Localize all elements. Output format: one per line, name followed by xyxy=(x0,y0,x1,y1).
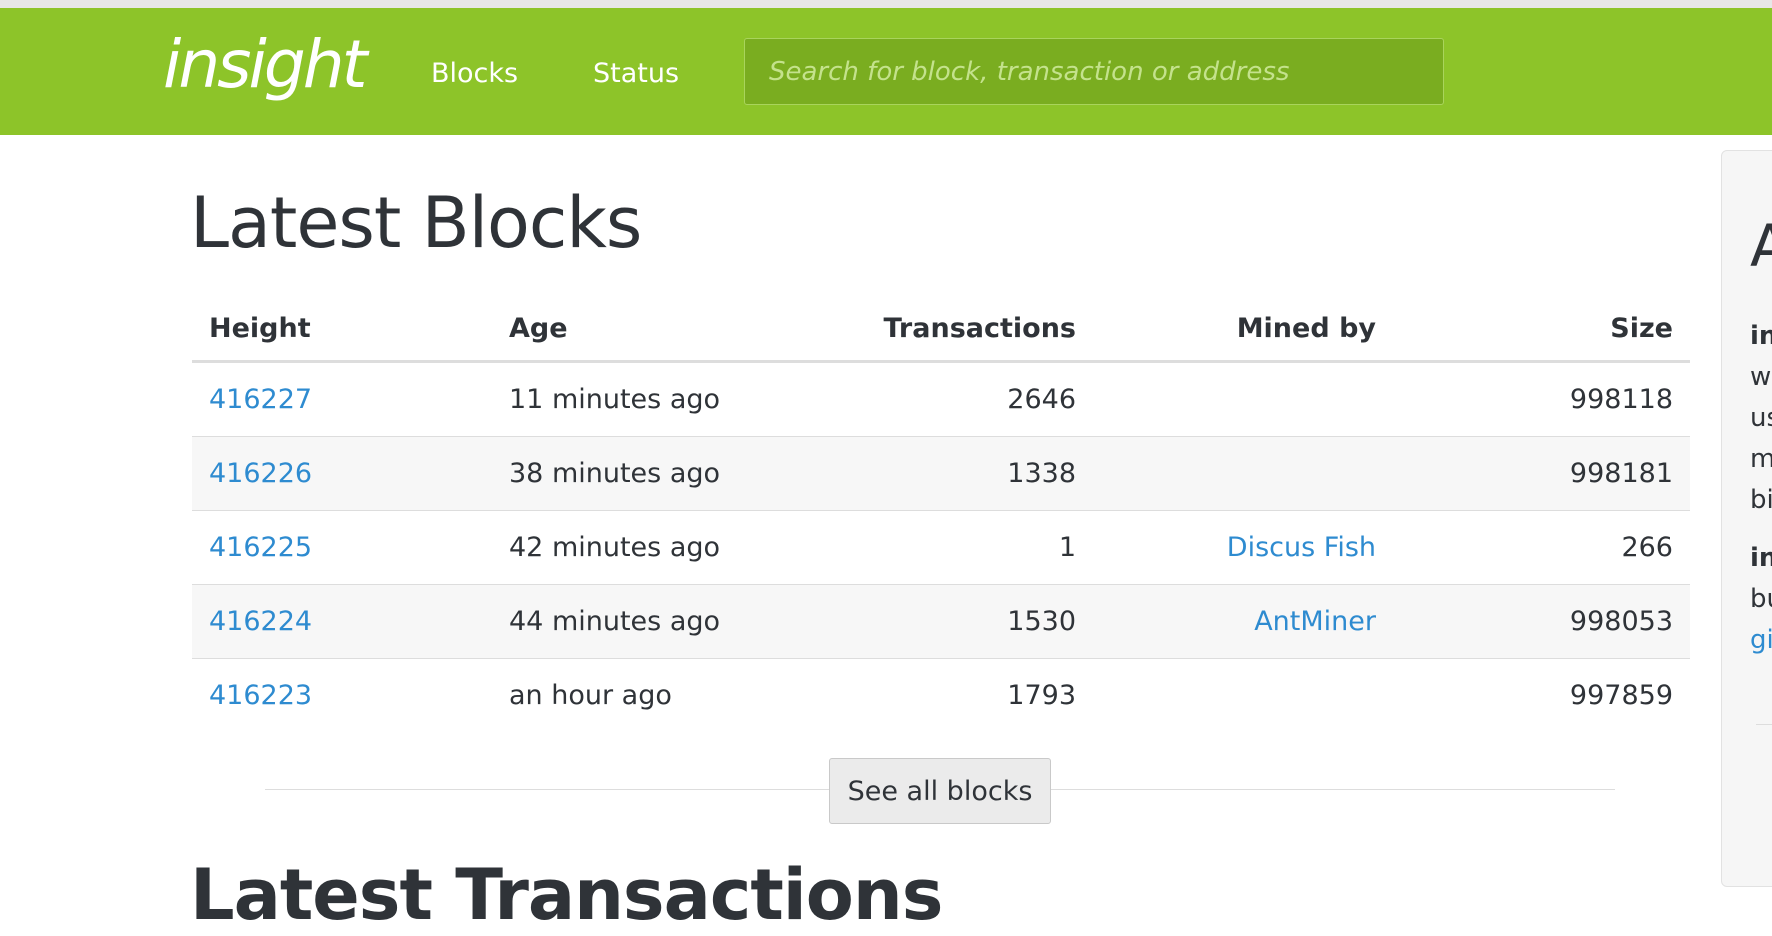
block-height-link[interactable]: 416226 xyxy=(209,458,312,489)
block-height-cell: 416224 xyxy=(192,584,492,659)
about-side-panel: A in w us m bi in bu gi xyxy=(1721,150,1772,887)
block-height-link[interactable]: 416224 xyxy=(209,606,312,637)
block-miner-cell: Discus Fish xyxy=(1093,510,1393,585)
table-row: 416224 44 minutes ago 1530 AntMiner 9980… xyxy=(192,584,1690,659)
block-size-cell: 998118 xyxy=(1393,361,1690,437)
latest-blocks-table: Height Age Transactions Mined by Size 41… xyxy=(192,296,1690,732)
block-height-cell: 416225 xyxy=(192,510,492,585)
table-row: 416223 an hour ago 1793 997859 xyxy=(192,658,1690,732)
block-transactions-cell: 2646 xyxy=(786,361,1093,437)
table-row: 416227 11 minutes ago 2646 998118 xyxy=(192,361,1690,437)
side-panel-text: bu xyxy=(1750,584,1772,614)
block-height-cell: 416223 xyxy=(192,658,492,732)
block-age-cell: 11 minutes ago xyxy=(492,361,786,437)
nav-link-blocks[interactable]: Blocks xyxy=(431,60,518,87)
table-row: 416226 38 minutes ago 1338 998181 xyxy=(192,436,1690,511)
block-age-cell: 38 minutes ago xyxy=(492,436,786,511)
block-miner-cell xyxy=(1093,361,1393,437)
block-miner-cell: AntMiner xyxy=(1093,584,1393,659)
block-transactions-cell: 1338 xyxy=(786,436,1093,511)
nav-link-status[interactable]: Status xyxy=(593,60,679,87)
brand-logo[interactable]: insight xyxy=(163,32,367,98)
side-panel-text: us xyxy=(1750,403,1772,433)
block-height-link[interactable]: 416223 xyxy=(209,680,312,711)
see-all-blocks-button[interactable]: See all blocks xyxy=(829,758,1051,824)
block-size-cell: 998053 xyxy=(1393,584,1690,659)
side-panel-text: in xyxy=(1750,543,1772,573)
block-height-link[interactable]: 416227 xyxy=(209,384,312,415)
block-age-cell: 42 minutes ago xyxy=(492,510,786,585)
table-header-row: Height Age Transactions Mined by Size xyxy=(192,296,1690,363)
block-transactions-cell: 1530 xyxy=(786,584,1093,659)
block-size-cell: 998181 xyxy=(1393,436,1690,511)
block-size-cell: 997859 xyxy=(1393,658,1690,732)
table-row: 416225 42 minutes ago 1 Discus Fish 266 xyxy=(192,510,1690,585)
latest-transactions-title: Latest Transactions xyxy=(190,854,943,936)
block-size-cell: 266 xyxy=(1393,510,1690,585)
side-panel-text: w xyxy=(1750,362,1772,392)
side-panel-divider xyxy=(1756,724,1772,725)
side-panel-link[interactable]: gi xyxy=(1750,627,1772,653)
miner-link[interactable]: Discus Fish xyxy=(1227,532,1376,563)
side-panel-text: m xyxy=(1750,446,1772,472)
column-header-height: Height xyxy=(192,296,492,363)
side-panel-text: bi xyxy=(1750,485,1772,515)
block-age-cell: 44 minutes ago xyxy=(492,584,786,659)
block-age-cell: an hour ago xyxy=(492,658,786,732)
column-header-size: Size xyxy=(1393,296,1690,363)
browser-top-strip xyxy=(0,0,1772,8)
block-transactions-cell: 1 xyxy=(786,510,1093,585)
block-transactions-cell: 1793 xyxy=(786,658,1093,732)
miner-link[interactable]: AntMiner xyxy=(1254,606,1376,637)
block-height-cell: 416226 xyxy=(192,436,492,511)
block-height-link[interactable]: 416225 xyxy=(209,532,312,563)
column-header-transactions: Transactions xyxy=(786,296,1093,363)
page-title: Latest Blocks xyxy=(190,182,642,264)
side-panel-title: A xyxy=(1750,217,1772,275)
side-panel-text: in xyxy=(1750,321,1772,351)
column-header-mined-by: Mined by xyxy=(1093,296,1393,363)
block-miner-cell xyxy=(1093,658,1393,732)
block-miner-cell xyxy=(1093,436,1393,511)
block-height-cell: 416227 xyxy=(192,361,492,437)
search-input[interactable] xyxy=(744,38,1444,105)
navbar: insight Blocks Status xyxy=(0,8,1772,135)
column-header-age: Age xyxy=(492,296,786,363)
